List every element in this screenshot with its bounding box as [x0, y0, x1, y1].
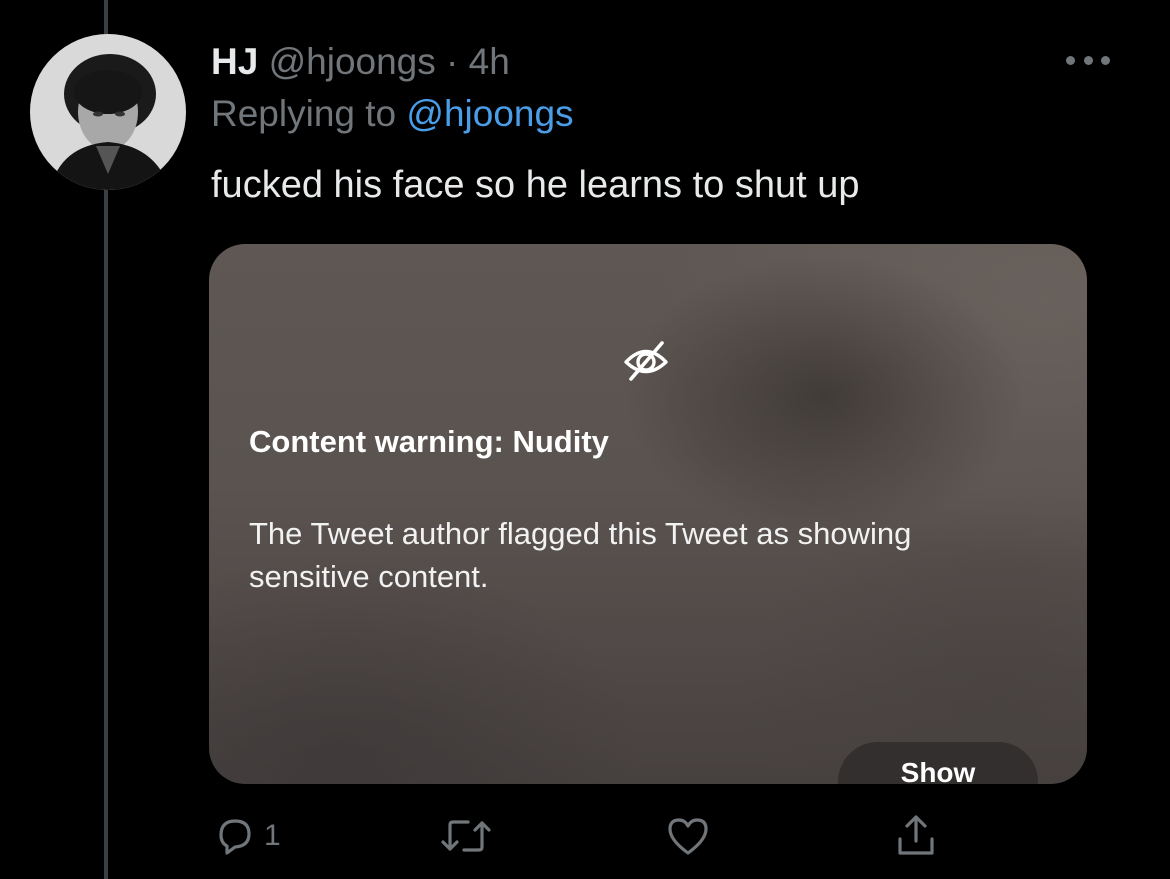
reply-icon — [219, 819, 251, 855]
avatar[interactable] — [30, 34, 186, 190]
display-name[interactable]: HJ — [211, 41, 258, 82]
replying-to-label: Replying to — [211, 93, 397, 134]
reply-button[interactable]: 1 — [212, 812, 281, 860]
more-dot-icon — [1083, 55, 1093, 65]
share-icon — [898, 815, 934, 855]
tweet-header: HJ @hjoongs · 4h — [211, 38, 510, 86]
content-warning-body: The Tweet author flagged this Tweet as s… — [249, 516, 912, 594]
replying-to: Replying to @hjoongs — [211, 90, 574, 138]
avatar-image — [30, 34, 186, 190]
sensitive-media-card[interactable]: Content warning: Nudity The Tweet author… — [209, 244, 1087, 784]
like-button[interactable] — [665, 812, 711, 860]
tweet[interactable]: HJ @hjoongs · 4h Replying to @hjoongs fu… — [0, 0, 1170, 879]
more-options-button[interactable] — [1066, 50, 1110, 70]
retweet-button[interactable] — [440, 812, 492, 860]
separator-dot: · — [446, 41, 459, 82]
show-media-button[interactable]: Show — [838, 742, 1038, 784]
retweet-icon — [441, 820, 491, 852]
replying-to-handle-link[interactable]: @hjoongs — [406, 93, 573, 134]
reply-count: 1 — [264, 819, 281, 852]
user-handle[interactable]: @hjoongs — [269, 41, 436, 82]
more-dot-icon — [1066, 55, 1075, 65]
timestamp[interactable]: 4h — [469, 41, 510, 82]
tweet-actions: 1 — [0, 806, 1170, 866]
content-warning-title: Content warning: Nudity — [249, 424, 609, 459]
share-button[interactable] — [893, 812, 939, 860]
eye-slash-icon — [624, 341, 668, 381]
tweet-text: fucked his face so he learns to shut up — [211, 164, 860, 206]
heart-icon — [668, 818, 708, 855]
more-dot-icon — [1101, 55, 1110, 65]
